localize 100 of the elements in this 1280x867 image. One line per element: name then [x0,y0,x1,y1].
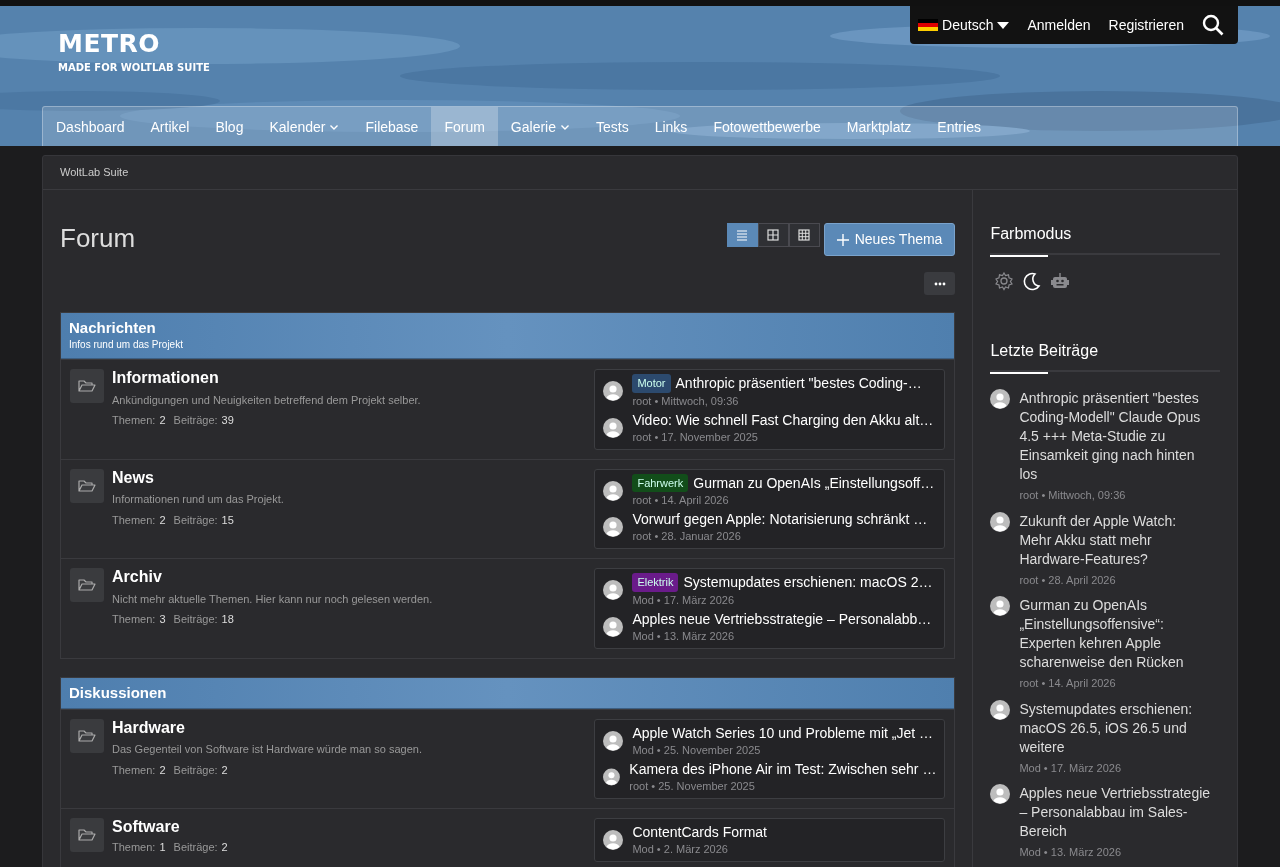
topics-label: Themen: [112,762,156,778]
folder-icon [70,369,104,403]
topic-label[interactable]: Motor [632,374,671,393]
avatar-icon [603,517,624,537]
board-title[interactable]: News [112,468,284,487]
topics-count: 1 [159,840,166,856]
board-description: Informationen rund um das Projekt. [112,492,284,508]
more-options-button[interactable] [924,272,956,295]
search-icon[interactable] [1202,14,1224,36]
board-title[interactable]: Informationen [112,369,421,387]
posts-count: 18 [221,612,234,628]
post-meta: root • 17. November 2025 [632,429,759,445]
avatar-icon [603,580,624,601]
topics-count: 2 [159,762,166,778]
posts-count: 2 [221,762,228,778]
post-meta: root • Mittwoch, 09:36 [1019,488,1127,503]
post-meta: Mod • 13. März 2026 [632,628,736,644]
topics-count: 2 [159,512,166,528]
table-view-button[interactable] [788,223,820,247]
caret-icon [997,20,1010,30]
category-title[interactable]: Nachrichten [69,319,947,337]
post-meta: Mod • 17. März 2026 [1019,760,1123,776]
topics-label: Themen: [112,612,156,628]
plus-icon [836,233,849,246]
topics-label: Themen: [112,840,156,856]
post-meta: root • 14. April 2026 [1019,676,1117,691]
board-description: Ankündigungen und Neuigkeiten betreffend dem Projekt selber. [112,392,421,408]
posts-label: Beiträge: [173,413,218,429]
list-view-button[interactable] [726,223,758,247]
grid-view-button[interactable] [757,223,789,247]
topics-label: Themen: [112,512,156,528]
avatar-icon [603,766,621,787]
post-meta: Mod • 25. November 2025 [632,742,762,758]
posts-label: Beiträge: [173,762,218,778]
header-link[interactable]: Registrieren [1108,14,1184,36]
thread-link[interactable]: Systemupdates erschienen: macOS 2… [683,573,933,592]
recent-post-link[interactable]: Anthropic präsentiert "bestes Coding-Modell" Claude Opus 4.5 +++ Meta-Studie zu Einsamkeit ging nach hinten los [1019,389,1212,484]
folder-icon [70,568,104,602]
moon-icon[interactable] [1022,271,1043,291]
grid-icon [767,229,780,241]
robot-icon[interactable] [1050,271,1071,291]
topic-label[interactable]: Elektrik [632,573,679,592]
topic-label[interactable]: Fahrwerk [632,473,689,492]
topics-count: 2 [159,413,166,429]
recent-post-link[interactable]: Systemupdates erschienen: macOS 26.5, iOS 26.5 und weitere [1019,699,1212,757]
avatar-icon [603,381,624,402]
avatar-icon [603,829,624,850]
table-icon [798,229,811,241]
posts-label: Beiträge: [173,840,218,856]
topics-count: 3 [159,612,166,628]
post-meta: root • 28. April 2026 [1019,572,1117,588]
page-title: Forum [60,223,136,255]
thread-link[interactable]: Kamera des iPhone Air im Test: Zwischen sehr … [629,759,937,778]
posts-label: Beiträge: [173,612,218,628]
thread-link[interactable]: Anthropic präsentiert "bestes Coding-… [675,374,922,393]
avatar-icon [603,480,624,501]
avatar-icon [603,730,624,751]
thread-link[interactable]: ContentCards Format [632,822,767,841]
posts-count: 15 [221,512,234,528]
breadcrumb-link[interactable]: WoltLab Suite [60,164,129,181]
avatar-icon [990,389,1011,409]
board-title[interactable]: Hardware [112,718,422,737]
post-meta: root • 28. Januar 2026 [632,529,742,544]
post-meta: root • 25. November 2025 [629,778,756,794]
post-meta: Mod • 13. März 2026 [1019,845,1123,860]
posts-label: Beiträge: [173,512,218,528]
thread-link[interactable]: Vorwurf gegen Apple: Notarisierung schränkt … [632,510,928,528]
post-meta: Mod • 2. März 2026 [632,841,729,857]
language-selector[interactable]: Deutsch [918,14,1010,36]
flag-icon [918,19,939,31]
thread-link[interactable]: Gurman zu OpenAIs „Einstellungsoff… [693,473,935,492]
board-title[interactable]: Software [112,817,228,836]
list-icon [736,229,749,241]
board-description: Das Gegenteil von Software ist Hardware würde man so sagen. [112,742,422,758]
folder-icon [70,718,104,753]
post-meta: root • Mittwoch, 09:36 [632,393,740,409]
avatar-icon [990,699,1011,720]
thread-link[interactable]: Video: Wie schnell Fast Charging den Akku alt… [632,410,934,429]
topics-label: Themen: [112,413,156,429]
thread-link[interactable]: Apples neue Vertriebsstrategie – Personalabb… [632,609,932,628]
board-description: Nicht mehr aktuelle Themen. Hier kann nur noch gelesen werden. [112,591,433,607]
board-title[interactable]: Archiv [112,568,433,586]
avatar-icon [990,784,1011,804]
thread-link[interactable]: Apple Watch Series 10 und Probleme mit „Jet … [632,723,934,742]
recent-post-link[interactable]: Gurman zu OpenAIs „Einstellungsoffensive“: Experten kehren Apple scharenweise den Rücken [1019,596,1212,672]
gear-icon[interactable] [994,271,1015,291]
avatar-icon [603,417,624,438]
recent-post-link[interactable]: Apples neue Vertriebsstrategie – Personalabbau im Sales-Bereich [1019,784,1212,841]
new-topic-button[interactable]: Neues Thema [823,223,956,256]
section-title: Farbmodus [990,225,1072,242]
avatar-icon [990,511,1011,532]
posts-count: 2 [221,840,228,856]
posts-count: 39 [221,413,234,429]
recent-post-link[interactable]: Zukunft der Apple Watch: Mehr Akku statt mehr Hardware-Features? [1019,511,1212,569]
folder-icon [70,468,104,503]
category-title[interactable]: Diskussionen [69,683,947,702]
header-link[interactable]: Anmelden [1027,14,1091,36]
avatar-icon [603,616,624,637]
post-meta: root • 14. April 2026 [632,493,730,508]
post-meta: Mod • 17. März 2026 [632,592,736,608]
